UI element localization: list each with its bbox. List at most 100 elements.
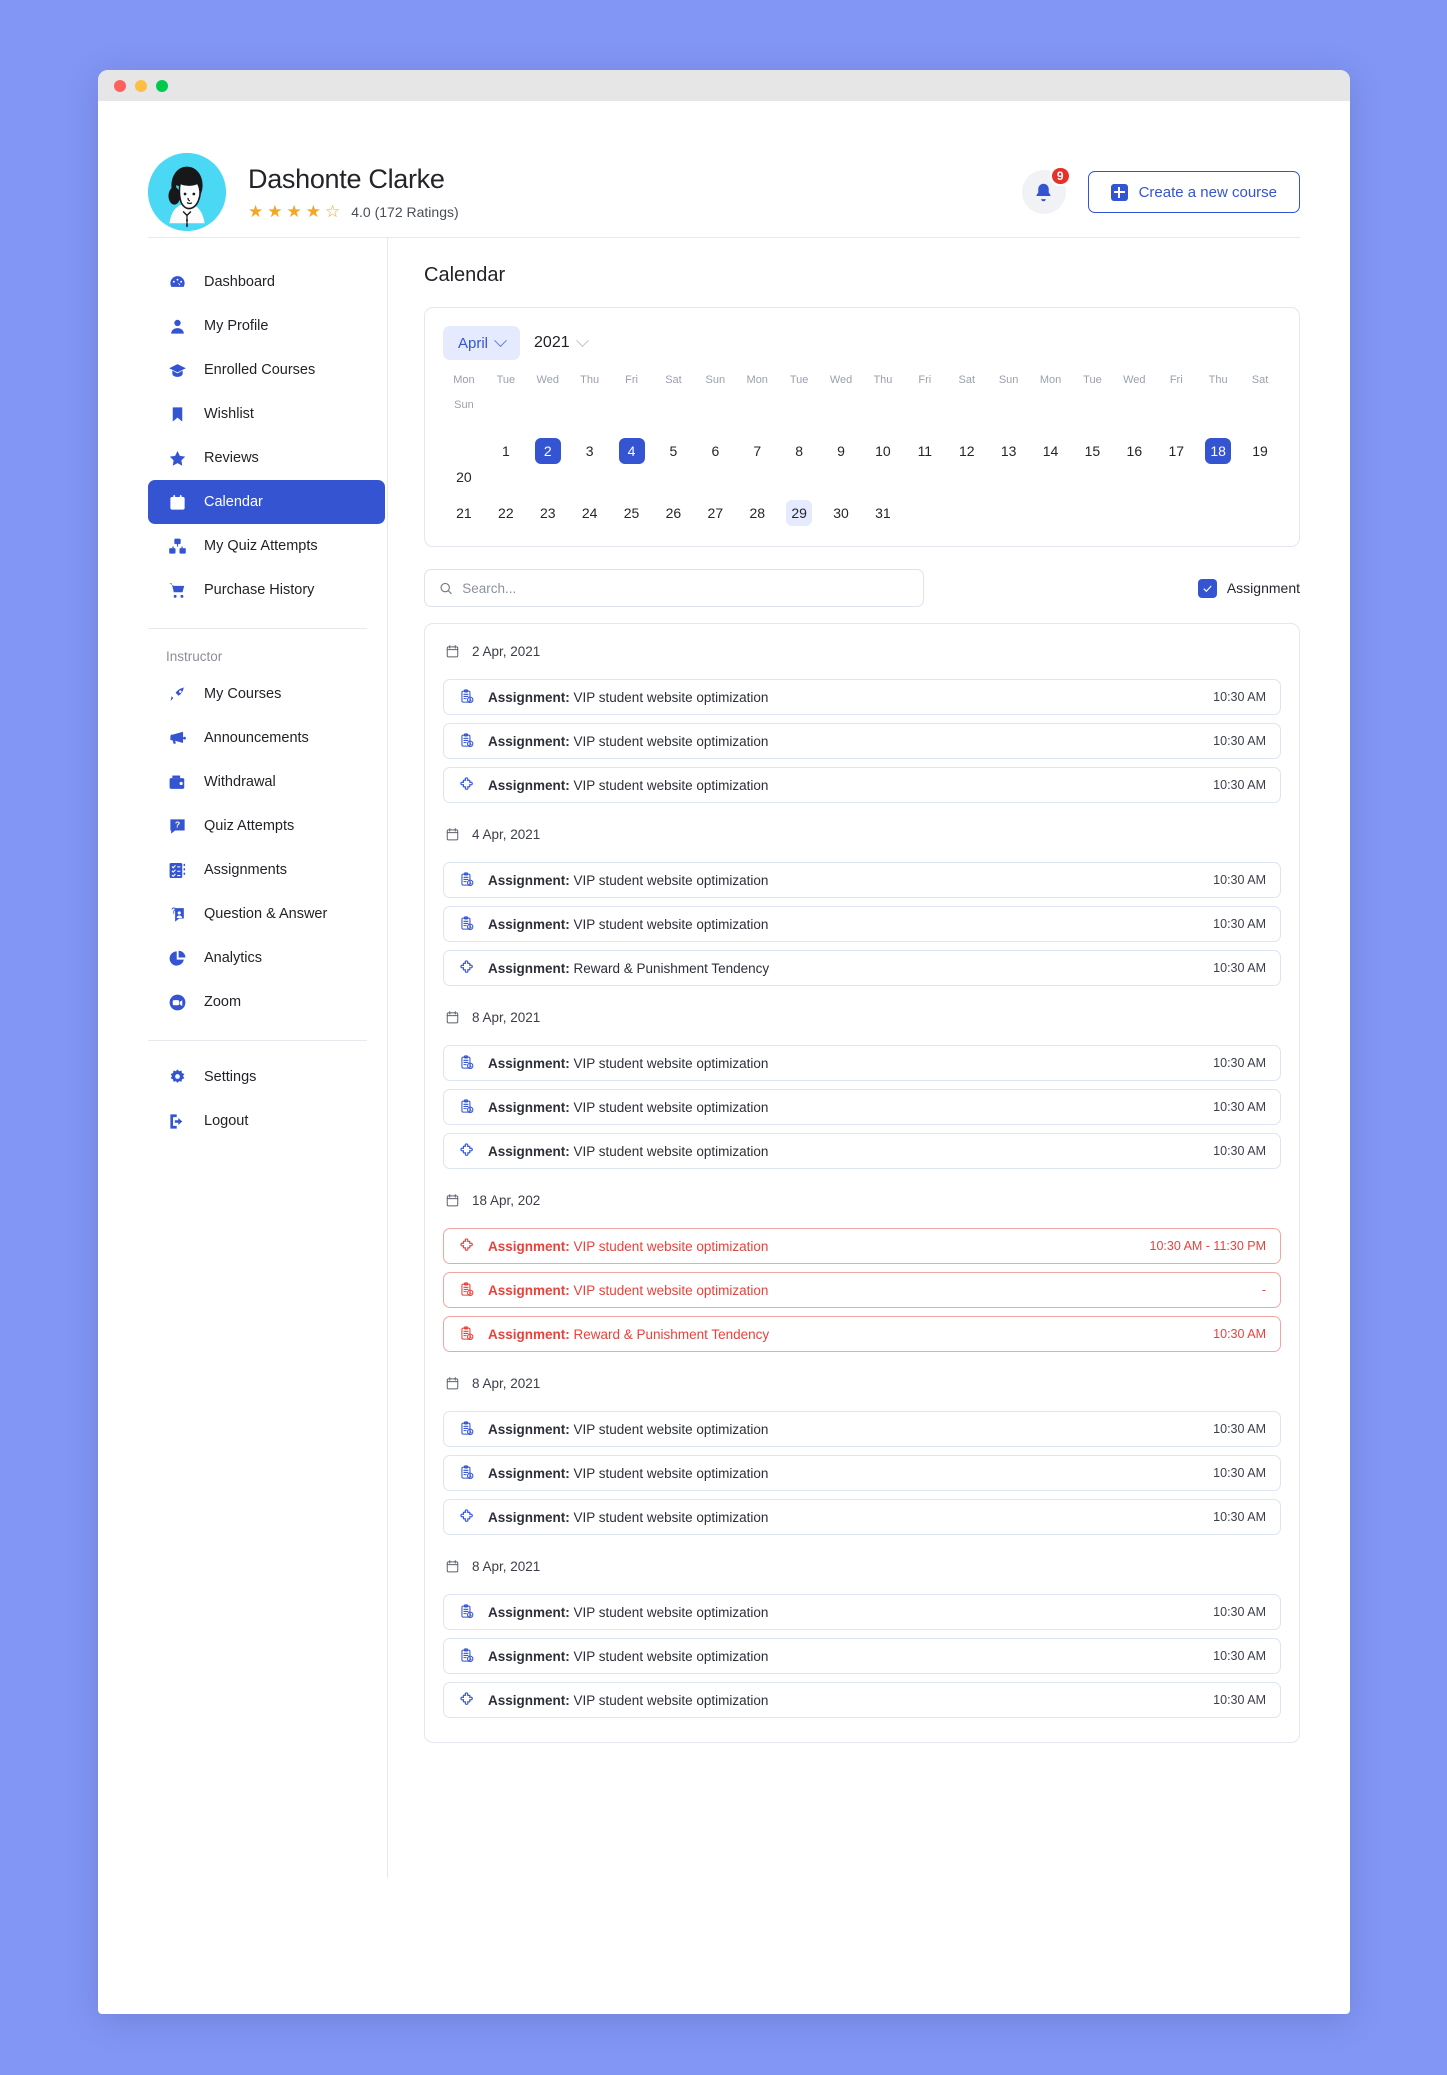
window-minimize-button[interactable] — [135, 79, 147, 92]
calendar-day-cell[interactable]: 28 — [736, 500, 778, 526]
sidebar-item-reviews[interactable]: Reviews — [148, 436, 385, 480]
assignment-filter-checkbox[interactable]: Assignment — [1197, 578, 1300, 598]
event-row[interactable]: Assignment: VIP student website optimiza… — [443, 767, 1281, 803]
sidebar-item-purchase-history[interactable]: Purchase History — [148, 568, 385, 612]
event-row[interactable]: Assignment: VIP student website optimiza… — [443, 1089, 1281, 1125]
event-row[interactable]: Assignment: VIP student website optimiza… — [443, 906, 1281, 942]
calendar-day-cell[interactable]: 24 — [569, 500, 611, 526]
sidebar-item-calendar[interactable]: Calendar — [148, 480, 385, 524]
calendar-day-cell[interactable]: 11 — [904, 438, 946, 464]
calendar-day-cell[interactable]: 21 — [443, 500, 485, 526]
calendar-day-cell[interactable]: 8 — [778, 438, 820, 464]
sidebar-item-quiz-attempts[interactable]: ? Quiz Attempts — [148, 804, 385, 848]
sidebar-item-zoom[interactable]: Zoom — [148, 980, 385, 1024]
calendar-day-cell[interactable]: 5 — [653, 438, 695, 464]
year-selector[interactable]: 2021 — [534, 333, 589, 352]
event-row[interactable]: Assignment: VIP student website optimiza… — [443, 1638, 1281, 1674]
calendar-day-cell[interactable]: 2 — [527, 438, 569, 464]
window-close-button[interactable] — [114, 79, 126, 92]
year-label: 2021 — [534, 334, 570, 351]
calendar-day-cell[interactable]: 6 — [694, 438, 736, 464]
sidebar-item-label: Analytics — [204, 950, 263, 966]
calendar-day-cell[interactable]: 29 — [778, 500, 820, 526]
event-row[interactable]: Assignment: Reward & Punishment Tendency… — [443, 950, 1281, 986]
filter-row: Assignment — [424, 569, 1300, 607]
event-row[interactable]: Assignment: Reward & Punishment Tendency… — [443, 1316, 1281, 1352]
event-row[interactable]: Assignment: VIP student website optimiza… — [443, 723, 1281, 759]
calendar-day-cell[interactable]: 20 — [443, 464, 485, 490]
calendar-day-cell[interactable]: 31 — [862, 500, 904, 526]
calendar-day-cell[interactable]: 15 — [1072, 438, 1114, 464]
event-row[interactable]: Assignment: VIP student website optimiza… — [443, 1455, 1281, 1491]
calendar-day-cell[interactable]: 23 — [527, 500, 569, 526]
search-box[interactable] — [424, 569, 924, 607]
event-row[interactable]: Assignment: VIP student website optimiza… — [443, 1594, 1281, 1630]
event-time: 10:30 AM - 11:30 PM — [1149, 1239, 1267, 1253]
sidebar-item-dashboard[interactable]: Dashboard — [148, 260, 385, 304]
date-group-header: 8 Apr, 2021 — [443, 1376, 1281, 1403]
event-row[interactable]: Assignment: VIP student website optimiza… — [443, 1682, 1281, 1718]
calendar-day-cell[interactable]: 9 — [820, 438, 862, 464]
sidebar-item-my-quiz-attempts[interactable]: My Quiz Attempts — [148, 524, 385, 568]
calendar-day-cell[interactable]: 4 — [611, 438, 653, 464]
notifications-button[interactable]: 9 — [1021, 166, 1071, 214]
calendar-day-cell[interactable]: 26 — [653, 500, 695, 526]
sidebar-item-label: Wishlist — [204, 406, 254, 422]
calendar-day-cell[interactable]: 27 — [694, 500, 736, 526]
sidebar-item-enrolled-courses[interactable]: Enrolled Courses — [148, 348, 385, 392]
event-title: Assignment: VIP student website optimiza… — [488, 916, 769, 932]
event-row[interactable]: Assignment: VIP student website optimiza… — [443, 1228, 1281, 1264]
bell-icon — [1036, 183, 1051, 201]
sidebar-item-label: Settings — [204, 1069, 257, 1085]
calendar-day-cell[interactable]: 3 — [569, 438, 611, 464]
sidebar-item-withdrawal[interactable]: Withdrawal — [148, 760, 385, 804]
event-time: 10:30 AM — [1213, 1466, 1266, 1480]
event-row[interactable]: Assignment: VIP student website optimiza… — [443, 1045, 1281, 1081]
sidebar-item-settings[interactable]: Settings — [148, 1055, 385, 1099]
puzzle-icon — [458, 1508, 476, 1526]
event-row[interactable]: Assignment: VIP student website optimiza… — [443, 862, 1281, 898]
event-title: Assignment: VIP student website optimiza… — [488, 1692, 769, 1708]
calendar-day-cell[interactable]: 18 — [1197, 438, 1239, 464]
sidebar-item-my-profile[interactable]: My Profile — [148, 304, 385, 348]
calendar-day-cell[interactable]: 7 — [736, 438, 778, 464]
calendar-day-cell[interactable]: 13 — [988, 438, 1030, 464]
date-group: 2 Apr, 2021 Assignment: VIP student websi… — [443, 644, 1281, 803]
calendar-day-cell[interactable]: 16 — [1113, 438, 1155, 464]
calendar-day-cell[interactable]: 1 — [485, 438, 527, 464]
puzzle-icon — [458, 1691, 476, 1709]
search-input[interactable] — [462, 580, 909, 596]
sidebar-item-wishlist[interactable]: Wishlist — [148, 392, 385, 436]
date-group-label: 18 Apr, 202 — [472, 1193, 541, 1208]
calendar-day-cell[interactable]: 25 — [611, 500, 653, 526]
calendar-day-cell[interactable]: 17 — [1155, 438, 1197, 464]
sidebar-item-question-answer[interactable]: ? Question & Answer — [148, 892, 385, 936]
sidebar-item-my-courses[interactable]: My Courses — [148, 672, 385, 716]
calendar-day-cell[interactable]: 12 — [946, 438, 988, 464]
sidebar-item-label: Dashboard — [204, 274, 275, 290]
date-group: 8 Apr, 2021 Assignment: VIP student websi… — [443, 1376, 1281, 1535]
event-row[interactable]: Assignment: VIP student website optimiza… — [443, 1133, 1281, 1169]
sidebar-item-assignments[interactable]: Assignments — [148, 848, 385, 892]
event-time: 10:30 AM — [1213, 873, 1266, 887]
event-row[interactable]: Assignment: VIP student website optimiza… — [443, 1411, 1281, 1447]
sidebar-item-announcements[interactable]: Announcements — [148, 716, 385, 760]
video-camera-icon — [166, 991, 188, 1013]
event-row[interactable]: Assignment: VIP student website optimiza… — [443, 1499, 1281, 1535]
calendar-day-cell[interactable]: 14 — [1030, 438, 1072, 464]
date-group-header: 4 Apr, 2021 — [443, 827, 1281, 854]
create-course-button[interactable]: Create a new course — [1087, 171, 1300, 213]
window-maximize-button[interactable] — [156, 79, 168, 92]
calendar-day-cell[interactable]: 22 — [485, 500, 527, 526]
plus-icon — [1110, 183, 1128, 201]
month-selector[interactable]: April — [443, 326, 521, 360]
event-row[interactable]: Assignment: VIP student website optimiza… — [443, 1272, 1281, 1308]
calendar-day-cell[interactable]: 19 — [1239, 438, 1281, 464]
calendar-day-cell[interactable]: 10 — [862, 438, 904, 464]
calendar-day-cell[interactable]: 30 — [820, 500, 862, 526]
sidebar-item-logout[interactable]: Logout — [148, 1099, 385, 1143]
event-title: Assignment: VIP student website optimiza… — [488, 1421, 769, 1437]
event-row[interactable]: Assignment: VIP student website optimiza… — [443, 679, 1281, 715]
sidebar-item-analytics[interactable]: Analytics — [148, 936, 385, 980]
date-group: 18 Apr, 202 Assignment: VIP student websi… — [443, 1193, 1281, 1352]
